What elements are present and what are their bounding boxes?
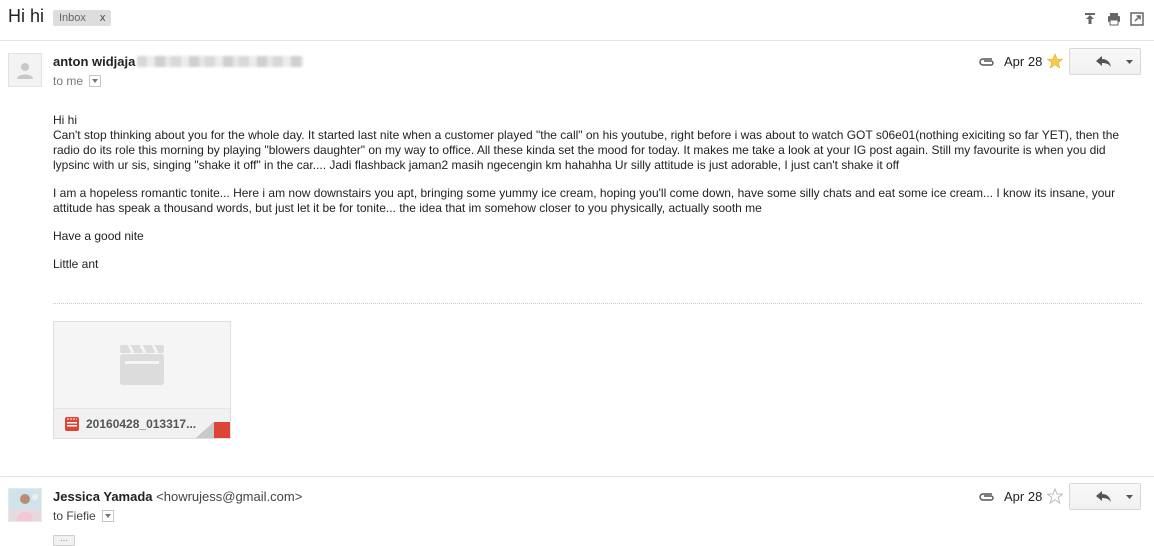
label-chip-text: Inbox: [59, 12, 86, 24]
avatar[interactable]: [8, 488, 42, 522]
message-date: Apr 28: [1004, 54, 1043, 69]
email-subject: Hi hi: [8, 6, 45, 26]
reply-arrow-icon: [1096, 55, 1111, 67]
file-type-corner-icon: [196, 422, 230, 438]
attachment-card[interactable]: 20160428_013317...: [53, 321, 231, 439]
body-paragraph: Hi hi Can't stop thinking about you for …: [53, 113, 1120, 172]
show-trimmed-content-button[interactable]: ···: [53, 535, 75, 546]
inbox-label-chip[interactable]: Inbox x: [53, 10, 112, 26]
video-file-icon: [65, 417, 79, 431]
header-divider: [0, 40, 1154, 41]
recipient-line: to Fiefie: [53, 509, 114, 523]
reply-arrow-icon: [1096, 490, 1111, 502]
sender-name[interactable]: anton widjaja: [53, 54, 135, 69]
star-icon[interactable]: [1046, 53, 1064, 74]
chevron-down-icon: [104, 514, 111, 518]
default-avatar-icon: [17, 63, 33, 79]
star-icon[interactable]: [1046, 487, 1064, 509]
attachment-thumbnail: [54, 322, 230, 408]
video-clapper-icon: [120, 344, 164, 385]
print-all-icon[interactable]: [1083, 12, 1097, 26]
print-icon[interactable]: [1107, 12, 1121, 26]
sender-email: <howrujess@gmail.com>: [156, 489, 303, 504]
remove-label-button[interactable]: x: [100, 12, 106, 24]
profile-photo: [9, 489, 41, 521]
chevron-down-icon: [92, 79, 99, 83]
redacted-sender-email: [137, 56, 303, 67]
avatar[interactable]: [8, 53, 42, 87]
recipient-line: to me: [53, 74, 102, 88]
more-actions-button[interactable]: [1119, 483, 1141, 510]
body-paragraph: Little ant: [53, 257, 99, 271]
body-paragraph: I am a hopeless romantic tonite... Here …: [53, 186, 1116, 215]
attachments-divider: [53, 303, 1142, 304]
more-actions-button[interactable]: [1119, 48, 1141, 75]
body-paragraph: Have a good nite: [53, 229, 144, 243]
paperclip-icon: [978, 490, 996, 508]
message-date: Apr 28: [1004, 489, 1043, 504]
new-window-icon[interactable]: [1130, 12, 1144, 26]
recipient-text: to Fiefie: [53, 509, 96, 523]
paperclip-icon: [978, 55, 996, 73]
sender-name[interactable]: Jessica Yamada: [53, 489, 153, 504]
message-body: Hi hi Can't stop thinking about you for …: [53, 113, 1143, 272]
ellipsis-icon: ···: [60, 535, 68, 545]
sender-line: Jessica Yamada <howrujess@gmail.com>: [53, 489, 302, 504]
chevron-down-icon: [1126, 59, 1133, 64]
attachment-filename: 20160428_013317...: [86, 417, 197, 431]
show-details-dropdown[interactable]: [89, 75, 102, 87]
recipient-text: to me: [53, 74, 84, 88]
show-details-dropdown[interactable]: [101, 510, 114, 522]
message-divider: [0, 476, 1154, 477]
chevron-down-icon: [1126, 494, 1133, 499]
